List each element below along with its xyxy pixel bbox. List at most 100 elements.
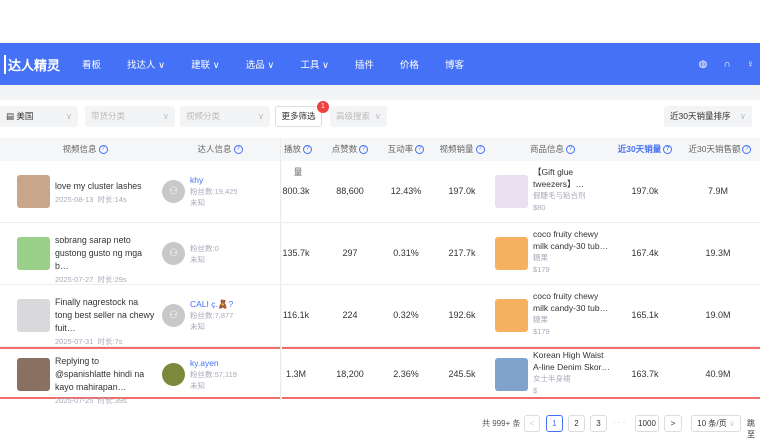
page-3[interactable]: 3 bbox=[590, 415, 607, 432]
col-creator-info[interactable]: 达人信息? bbox=[160, 138, 280, 161]
views: 1.3M bbox=[285, 369, 306, 379]
creator-region: 未知 bbox=[190, 381, 205, 390]
video-info[interactable]: Finally nagrestock na tong best seller n… bbox=[55, 296, 155, 348]
engagement-rate: 0.31% bbox=[393, 248, 419, 258]
sort-select[interactable]: 近30天销量排序 ∨ bbox=[664, 106, 752, 127]
creator-name[interactable]: khy bbox=[190, 175, 238, 186]
table-row[interactable]: Replying to @spanishlatte hindi na kayo … bbox=[0, 347, 760, 405]
page-2[interactable]: 2 bbox=[568, 415, 585, 432]
help-icon: ? bbox=[359, 145, 369, 155]
video-info[interactable]: love my cluster lashes 2025-08-13 时长:14s bbox=[55, 180, 155, 206]
creator-avatar[interactable]: ⚇ bbox=[162, 242, 185, 265]
lightbulb-icon[interactable]: ♀ bbox=[747, 59, 755, 70]
sales-30d: 167.4k bbox=[631, 248, 659, 258]
creator-region: 未知 bbox=[190, 198, 205, 207]
help-icon: ? bbox=[303, 145, 312, 155]
creator-name[interactable]: CALI ç.🧸? bbox=[190, 299, 233, 310]
video-sales: 217.7k bbox=[448, 248, 476, 258]
product-image[interactable] bbox=[495, 358, 528, 391]
revenue-30d: 40.9M bbox=[705, 369, 731, 379]
product-price: $179 bbox=[533, 265, 550, 274]
creator-fans: 粉丝数:0 bbox=[190, 244, 219, 253]
col-video-sales[interactable]: 视频销量? bbox=[432, 138, 492, 161]
views: 800.3k bbox=[282, 186, 310, 196]
video-thumbnail[interactable] bbox=[17, 299, 50, 332]
page-1[interactable]: 1 bbox=[546, 415, 563, 432]
creator-avatar[interactable]: ⚇ bbox=[162, 304, 185, 327]
product-price: $80 bbox=[533, 203, 546, 212]
more-filters-button[interactable]: 更多筛选 1 bbox=[275, 101, 329, 127]
country-select[interactable]: ▤ 美国 ∨ bbox=[0, 106, 78, 127]
help-icon: ? bbox=[415, 145, 425, 155]
help-icon: ? bbox=[98, 145, 108, 155]
help-icon: ? bbox=[475, 145, 485, 155]
col-revenue-30d[interactable]: 近30天销售额? bbox=[680, 138, 760, 161]
video-thumbnail[interactable] bbox=[17, 358, 50, 391]
page-size-select[interactable]: 10 条/页 ∨ bbox=[691, 415, 741, 432]
video-meta: 2025-07-25 时长:39s bbox=[55, 396, 127, 405]
sales-30d: 165.1k bbox=[631, 310, 659, 320]
page-last[interactable]: 1000 bbox=[635, 415, 659, 432]
engagement-rate: 2.36% bbox=[393, 369, 419, 379]
total-count: 共 999+ 条 bbox=[482, 419, 521, 428]
product-image[interactable] bbox=[495, 175, 528, 208]
likes: 297 bbox=[342, 248, 358, 258]
logo[interactable]: 达人精灵 bbox=[4, 54, 60, 74]
views: 135.7k bbox=[282, 248, 310, 258]
nav-outreach[interactable]: 建联 ∨ bbox=[191, 57, 220, 71]
page-ellipsis[interactable]: · · · bbox=[613, 418, 625, 427]
advanced-search-placeholder: 高级搜索 bbox=[336, 111, 371, 121]
col-sales-30d[interactable]: 近30天销量? bbox=[610, 138, 680, 161]
globe-icon[interactable]: ◍ bbox=[699, 59, 708, 70]
nav-pricing[interactable]: 价格 bbox=[400, 57, 419, 71]
help-icon: ? bbox=[566, 145, 575, 155]
table-row[interactable]: Finally nagrestock na tong best seller n… bbox=[0, 285, 760, 347]
product-image[interactable] bbox=[495, 237, 528, 270]
headset-icon[interactable]: ∩ bbox=[723, 59, 730, 70]
col-engagement[interactable]: 互动率? bbox=[378, 138, 434, 161]
col-product-info[interactable]: 商品信息? bbox=[495, 138, 610, 161]
fixed-column-shadow bbox=[280, 138, 282, 400]
table-row[interactable]: sobrang sarap neto gustong gusto ng mga … bbox=[0, 223, 760, 285]
nav-products[interactable]: 选品 ∨ bbox=[246, 57, 275, 71]
revenue-30d: 19.0M bbox=[705, 310, 731, 320]
advanced-search-select[interactable]: 高级搜索 ∨ bbox=[330, 106, 387, 127]
product-category: 糖果 bbox=[533, 315, 548, 324]
product-title: coco fruity chewy milk candy-30 tub… bbox=[533, 291, 609, 313]
creator-avatar[interactable] bbox=[162, 363, 185, 386]
product-info[interactable]: Korean High Waist A-line Denim Skor… 女士半身… bbox=[533, 349, 613, 397]
product-info[interactable]: coco fruity chewy milk candy-30 tub… 糖果 $1… bbox=[533, 290, 613, 338]
nav-dashboard[interactable]: 看板 bbox=[82, 57, 101, 71]
product-image[interactable] bbox=[495, 299, 528, 332]
help-icon: ? bbox=[742, 145, 752, 155]
creator-info: CALI ç.🧸? 粉丝数:7,877 未知 bbox=[190, 299, 233, 332]
creator-info: ky.ayen 粉丝数:57,119 未知 bbox=[190, 358, 237, 391]
creator-avatar[interactable]: ⚇ bbox=[162, 180, 185, 203]
creator-fans: 粉丝数:57,119 bbox=[190, 370, 237, 379]
product-info[interactable]: coco fruity chewy milk candy-30 tub… 糖果 $1… bbox=[533, 228, 613, 276]
prev-page-button[interactable]: < bbox=[524, 415, 540, 432]
product-info[interactable]: 【Gift glue tweezers】… 假睫毛与粘合剂 $80 bbox=[533, 166, 613, 214]
more-filters-label: 更多筛选 bbox=[281, 111, 316, 121]
product-category: 糖果 bbox=[533, 253, 548, 262]
video-thumbnail[interactable] bbox=[17, 237, 50, 270]
table-row[interactable]: love my cluster lashes 2025-08-13 时长:14s … bbox=[0, 161, 760, 223]
product-price: $179 bbox=[533, 327, 550, 336]
video-thumbnail[interactable] bbox=[17, 175, 50, 208]
next-page-button[interactable]: > bbox=[664, 415, 682, 432]
nav-find-creators[interactable]: 找达人 ∨ bbox=[127, 57, 165, 71]
nav-plugin[interactable]: 插件 bbox=[355, 57, 374, 71]
product-title: 【Gift glue tweezers】… bbox=[533, 167, 585, 189]
video-category-select[interactable]: 视频分类 ∨ bbox=[180, 106, 270, 127]
likes: 18,200 bbox=[336, 369, 364, 379]
video-info[interactable]: sobrang sarap neto gustong gusto ng mga … bbox=[55, 234, 155, 286]
video-info[interactable]: Replying to @spanishlatte hindi na kayo … bbox=[55, 355, 155, 407]
category-select[interactable]: 带货分类 ∨ bbox=[85, 106, 175, 127]
video-title: sobrang sarap neto gustong gusto ng mga … bbox=[55, 235, 143, 271]
creator-name[interactable]: ky.ayen bbox=[190, 358, 237, 369]
chevron-down-icon: ∨ bbox=[162, 111, 169, 121]
nav-tools[interactable]: 工具 ∨ bbox=[300, 57, 329, 71]
nav-blog[interactable]: 博客 bbox=[445, 57, 464, 71]
col-likes[interactable]: 点赞数? bbox=[320, 138, 380, 161]
col-video-info[interactable]: 视频信息? bbox=[30, 138, 140, 161]
